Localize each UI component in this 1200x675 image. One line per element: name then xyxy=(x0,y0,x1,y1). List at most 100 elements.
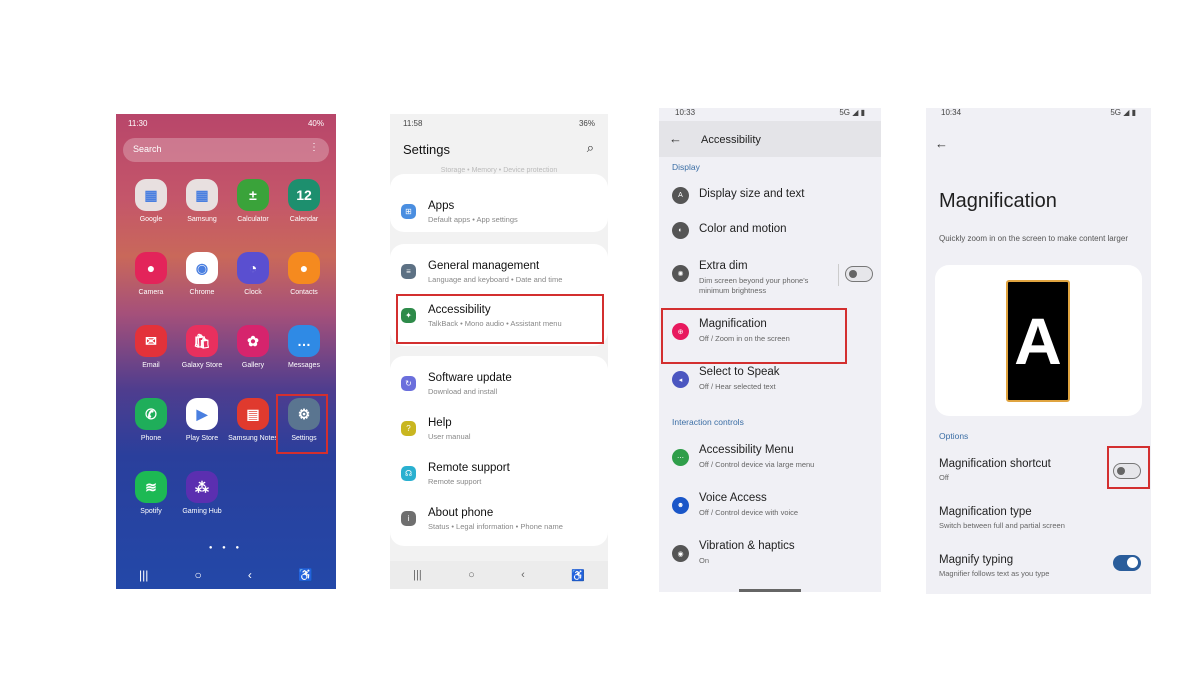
accessibility-item-select-to-speak[interactable]: ◂ Select to Speak Off / Hear selected text xyxy=(659,366,881,406)
app-contacts[interactable]: ● Contacts xyxy=(279,252,329,297)
toggle-knob xyxy=(1127,557,1138,568)
app-play-store[interactable]: ▶ Play Store xyxy=(177,398,227,443)
app-samsung[interactable]: ▦ Samsung xyxy=(177,179,227,224)
settings-item-general-management[interactable]: ≡ General management Language and keyboard… xyxy=(390,254,608,292)
magnify-typing-toggle[interactable] xyxy=(1113,555,1141,571)
calendar-icon: 12 xyxy=(288,179,320,211)
toggle-knob xyxy=(849,269,857,278)
app-gallery[interactable]: ✿ Gallery xyxy=(228,325,278,370)
color-motion-icon: ◐ xyxy=(672,222,689,239)
app-messages[interactable]: … Messages xyxy=(279,325,329,370)
item-title: Accessibility xyxy=(428,304,491,316)
faded-subtitle: Storage • Memory • Device protection xyxy=(440,167,558,174)
accessibility-button[interactable]: ♿ xyxy=(571,569,585,582)
recents-button[interactable]: ||| xyxy=(413,569,422,581)
clock-icon: ◔ xyxy=(237,252,269,284)
samsung-folder-icon: ▦ xyxy=(186,179,218,211)
app-calculator[interactable]: ± Calculator xyxy=(228,179,278,224)
spotify-icon: ≋ xyxy=(135,471,167,503)
search-icon[interactable]: ⌕ xyxy=(587,140,594,156)
accessibility-icon: ✦ xyxy=(401,308,416,323)
app-label: Messages xyxy=(288,362,320,369)
app-label: Contacts xyxy=(290,289,318,296)
item-subtitle: User manual xyxy=(428,432,471,441)
settings-item-about-phone[interactable]: i About phone Status • Legal information •… xyxy=(390,501,608,539)
calculator-icon: ± xyxy=(237,179,269,211)
app-galaxy-store[interactable]: 🛍 Galaxy Store xyxy=(177,325,227,370)
accessibility-item-magnification[interactable]: ⊕ Magnification Off / Zoom in on the scree… xyxy=(659,318,881,358)
app-calendar[interactable]: 12 Calendar xyxy=(279,179,329,224)
accessibility-item-accessibility-menu[interactable]: ⋯ Accessibility Menu Off / Control device … xyxy=(659,444,881,484)
item-subtitle: Off / Hear selected text xyxy=(699,382,776,391)
status-bar: 11:58 36% xyxy=(403,119,595,128)
option-magnification-type[interactable]: Magnification type Switch between full an… xyxy=(926,506,1151,540)
phone-icon: ✆ xyxy=(135,398,167,430)
settings-item-help[interactable]: ? Help User manual xyxy=(390,411,608,449)
search-bar[interactable]: Search ⋮ xyxy=(123,138,329,162)
magnification-phone: 10:34 5G ◢ ▮ ← Magnification Quickly zoo… xyxy=(926,108,1151,594)
option-magnification-shortcut[interactable]: Magnification shortcut Off xyxy=(926,458,1151,492)
messages-icon: … xyxy=(288,325,320,357)
app-chrome[interactable]: ◉ Chrome xyxy=(177,252,227,297)
accessibility-item-extra-dim[interactable]: ✺ Extra dim Dim screen beyond your phone's… xyxy=(659,260,881,300)
home-button[interactable]: ○ xyxy=(468,569,475,581)
app-label: Play Store xyxy=(185,435,219,442)
item-title: Vibration & haptics xyxy=(699,540,795,552)
item-title: Select to Speak xyxy=(699,366,780,378)
item-subtitle: Dim screen beyond your phone's minimum b… xyxy=(699,276,809,295)
app-settings[interactable]: ⚙ Settings xyxy=(279,398,329,443)
status-bar: 10:34 5G ◢ ▮ xyxy=(941,108,1136,117)
app-label: Google xyxy=(139,216,163,223)
gaming-hub-icon: ⁂ xyxy=(186,471,218,503)
back-button[interactable]: ‹ xyxy=(248,568,252,582)
app-phone[interactable]: ✆ Phone xyxy=(126,398,176,443)
app-google[interactable]: ▦ Google xyxy=(126,179,176,224)
app-samsung-notes[interactable]: ▤ Samsung Notes xyxy=(228,398,278,443)
select-to-speak-icon: ◂ xyxy=(672,371,689,388)
accessibility-button[interactable]: ♿ xyxy=(298,568,313,582)
accessibility-item-vibration-haptics[interactable]: ◉ Vibration & haptics On xyxy=(659,540,881,580)
item-title: About phone xyxy=(428,507,494,519)
item-subtitle: Language and keyboard • Date and time xyxy=(428,275,563,284)
extra-dim-toggle[interactable] xyxy=(845,266,873,282)
back-arrow-icon[interactable]: ← xyxy=(669,131,682,146)
back-arrow-icon[interactable]: ← xyxy=(935,136,948,151)
item-title: Remote support xyxy=(428,462,510,474)
vertical-divider xyxy=(838,264,839,286)
option-magnify-typing[interactable]: Magnify typing Magnifier follows text as … xyxy=(926,554,1151,588)
app-camera[interactable]: ● Camera xyxy=(126,252,176,297)
settings-item-apps[interactable]: ⊞ Apps Default apps • App settings xyxy=(390,194,608,232)
accessibility-item-display-size-and-text[interactable]: A Display size and text xyxy=(659,187,881,228)
app-label: Settings xyxy=(291,435,317,442)
accessibility-item-color-and-motion[interactable]: ◐ Color and motion xyxy=(659,222,881,263)
back-button[interactable]: ‹ xyxy=(521,569,525,581)
voice-access-icon: ☻ xyxy=(672,497,689,514)
home-button[interactable]: ○ xyxy=(195,568,202,582)
magnification-shortcut-toggle[interactable] xyxy=(1113,463,1141,479)
search-placeholder: Search xyxy=(133,144,162,154)
item-title: Color and motion xyxy=(699,223,787,235)
app-label: Spotify xyxy=(140,508,162,515)
google-folder-icon: ▦ xyxy=(135,179,167,211)
settings-item-software-update[interactable]: ↻ Software update Download and install xyxy=(390,366,608,404)
app-email[interactable]: ✉ Email xyxy=(126,325,176,370)
option-title: Magnification type xyxy=(939,506,1032,518)
remote-support-icon: ☊ xyxy=(401,466,416,481)
item-title: Display size and text xyxy=(699,188,805,200)
app-gaming-hub[interactable]: ⁂ Gaming Hub xyxy=(177,471,227,516)
more-options-icon[interactable]: ⋮ xyxy=(309,142,319,153)
app-label: Email xyxy=(142,362,160,369)
accessibility-item-voice-access[interactable]: ☻ Voice Access Off / Control device with v… xyxy=(659,492,881,532)
app-label: Clock xyxy=(244,289,262,296)
settings-item-accessibility[interactable]: ✦ Accessibility TalkBack • Mono audio • As… xyxy=(390,298,608,336)
page-description: Quickly zoom in on the screen to make co… xyxy=(939,234,1128,243)
option-subtitle: Magnifier follows text as you type xyxy=(939,569,1050,578)
play-store-icon: ▶ xyxy=(186,398,218,430)
recents-button[interactable]: ||| xyxy=(139,568,148,582)
app-clock[interactable]: ◔ Clock xyxy=(228,252,278,297)
app-label: Samsung Notes xyxy=(228,435,278,442)
item-subtitle: Status • Legal information • Phone name xyxy=(428,522,563,531)
settings-item-remote-support[interactable]: ☊ Remote support Remote support xyxy=(390,456,608,494)
magnification-illustration: A xyxy=(935,265,1142,416)
app-spotify[interactable]: ≋ Spotify xyxy=(126,471,176,516)
